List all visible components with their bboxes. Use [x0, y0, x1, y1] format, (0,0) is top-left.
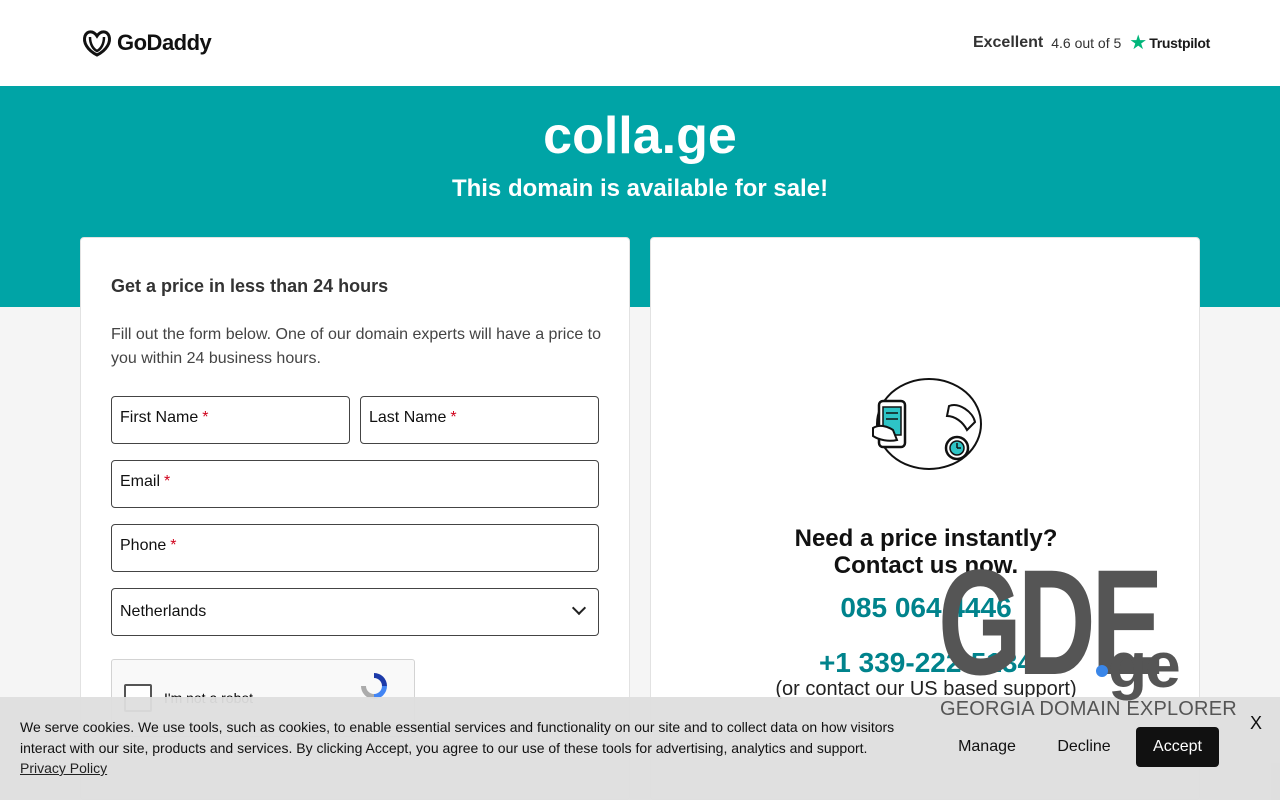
trustpilot-star-icon: ★: [1129, 32, 1148, 54]
trustpilot-score: 4.6 out of 5: [1051, 34, 1122, 51]
manage-button[interactable]: Manage: [946, 727, 1028, 767]
watermark-tld: ge: [1108, 629, 1181, 701]
watermark-dot: [1096, 665, 1108, 677]
accept-button[interactable]: Accept: [1136, 727, 1219, 767]
privacy-policy-link[interactable]: Privacy Policy: [20, 760, 107, 776]
form-title: Get a price in less than 24 hours: [111, 276, 389, 296]
decline-button[interactable]: Decline: [1044, 727, 1124, 767]
required-mark: *: [170, 537, 177, 554]
last-name-field[interactable]: Last Name *: [360, 396, 599, 444]
phone-label: Phone: [120, 537, 167, 554]
first-name-field[interactable]: First Name *: [111, 396, 350, 444]
trustpilot-widget[interactable]: Excellent 4.6 out of 5 ★ Trustpilot: [973, 30, 1210, 55]
country-value: Netherlands: [120, 603, 207, 620]
first-name-label: First Name: [120, 409, 199, 426]
phone-timer-illustration: [872, 378, 982, 470]
trustpilot-rating-word: Excellent: [972, 33, 1044, 51]
close-cookie-button[interactable]: X: [1250, 713, 1262, 734]
trustpilot-brand: Trustpilot: [1149, 34, 1210, 51]
godaddy-logo-icon: [83, 30, 111, 57]
brand-name: GoDaddy: [117, 30, 212, 55]
form-description: Fill out the form below. One of our doma…: [111, 326, 602, 367]
domain-name: colla.ge: [543, 107, 737, 165]
required-mark: *: [164, 473, 171, 490]
for-sale-subtitle: This domain is available for sale!: [451, 175, 829, 202]
top-bar: GoDaddy Excellent 4.6 out of 5 ★ Trustpi…: [0, 0, 1280, 86]
watermark-caption: GEORGIA DOMAIN EXPLORER: [940, 698, 1237, 720]
country-select[interactable]: Netherlands: [111, 588, 599, 636]
email-label: Email: [120, 473, 161, 490]
cookie-text: We serve cookies. We use tools, such as …: [20, 719, 895, 756]
godaddy-logo[interactable]: GoDaddy: [81, 28, 212, 58]
chevron-down-icon: [571, 600, 587, 616]
last-name-label: Last Name: [369, 409, 447, 426]
phone-field[interactable]: Phone *: [111, 524, 599, 572]
required-mark: *: [450, 409, 457, 426]
gde-watermark: GDE ge GEORGIA DOMAIN EXPLORER: [938, 547, 1238, 720]
email-field[interactable]: Email *: [111, 460, 599, 508]
required-mark: *: [202, 409, 209, 426]
